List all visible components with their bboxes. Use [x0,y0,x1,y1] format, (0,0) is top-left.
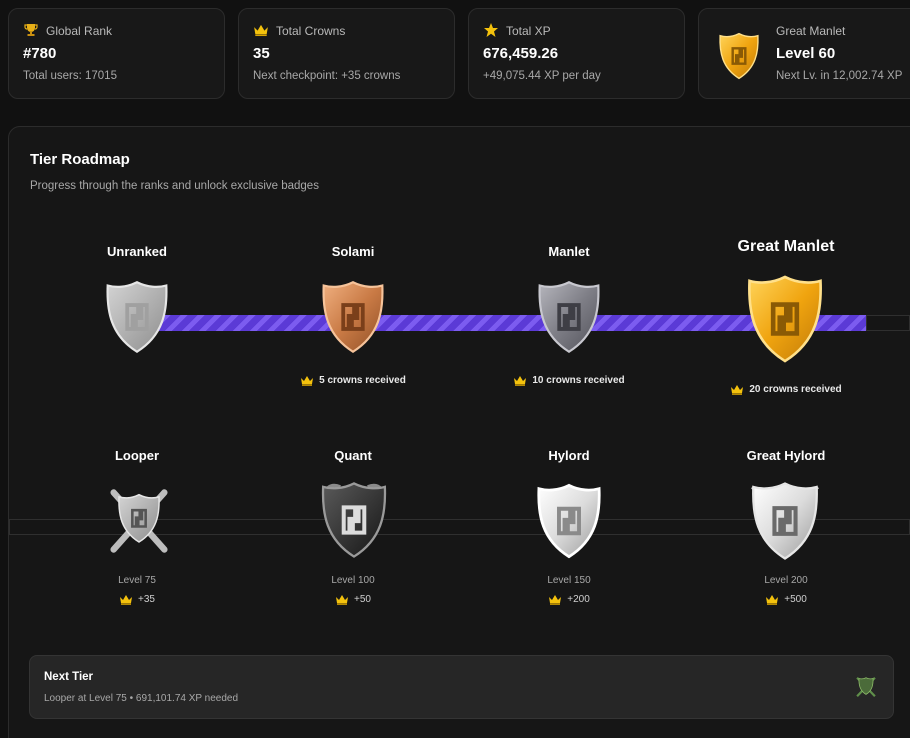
tier-name-hylord: Hylord [548,448,590,463]
tier-name-great-hylord: Great Hylord [746,448,826,463]
crown-icon [548,594,562,605]
tier-name-solami: Solami [331,244,375,259]
total-users-text: Total users: 17015 [23,70,117,82]
next-tier-title: Next Tier [44,671,94,683]
crown-icon [119,594,133,605]
steel-shield-badge-icon [534,279,604,355]
total-crowns-label: Total Crowns [276,24,346,38]
tier-note-great-manlet: 20 crowns received [696,384,876,395]
tier-bonus-quant: +50 [293,594,413,605]
global-rank-label: Global Rank [46,24,113,38]
crown-icon [513,375,527,386]
tier-name-manlet: Manlet [548,244,590,259]
tier-note-solami: 5 crowns received [263,375,443,386]
tier-roadmap-panel: Tier Roadmap Progress through the ranks … [8,126,910,738]
tier-bonus-hylord: +200 [509,594,629,605]
global-rank-card: Global Rank #780 Total users: 17015 [8,8,225,99]
next-checkpoint-text: Next checkpoint: +35 crowns [253,70,401,82]
bronze-shield-badge-icon [318,279,388,355]
crown-icon [253,22,269,38]
tier-note-manlet: 10 crowns received [479,375,659,386]
next-tier-detail: Looper at Level 75 • 691,101.74 XP neede… [44,693,239,704]
tier-name-unranked: Unranked [107,244,167,259]
progress-track-remaining [866,315,910,331]
winged-silver-badge-icon [750,480,820,562]
total-xp-value: 676,459.26 [483,45,559,62]
tier-bonus-text: +200 [567,594,590,605]
tier-bonus-text: +50 [354,594,371,605]
tier-bonus-text: +35 [138,594,155,605]
gold-shield-badge-icon [718,31,760,81]
crown-icon [335,594,349,605]
tier-bonus-looper: +35 [77,594,197,605]
roadmap-title: Tier Roadmap [30,151,130,168]
tier-bonus-text: +500 [784,594,807,605]
gold-shield-badge-icon [743,273,827,365]
tier-note-text: 5 crowns received [319,375,406,386]
dark-shield-badge-icon [316,480,392,560]
current-level-value: Level 60 [776,45,836,62]
next-tier-box: Next Tier Looper at Level 75 • 691,101.7… [29,655,894,719]
total-crowns-value: 35 [253,45,270,62]
silver-shield-badge-icon [102,279,172,355]
tier-level-quant: Level 100 [331,575,375,586]
roadmap-subtitle: Progress through the ranks and unlock ex… [30,180,319,192]
tier-level-great-hylord: Level 200 [764,575,808,586]
tier-note-text: 10 crowns received [532,375,625,386]
tier-bonus-great-hylord: +500 [726,594,846,605]
total-crowns-card: Total Crowns 35 Next checkpoint: +35 cro… [238,8,455,99]
crown-icon [730,384,744,395]
next-level-text: Next Lv. in 12,002.74 XP [776,70,903,82]
crown-icon [765,594,779,605]
tier-level-looper: Level 75 [118,575,156,586]
shield-emblem-icon [856,676,876,698]
crossed-silver-badge-icon [110,489,168,553]
current-tier-label: Great Manlet [776,24,846,38]
tier-name-looper: Looper [114,448,160,463]
tier-note-text: 20 crowns received [749,384,842,395]
tier-name-great-manlet: Great Manlet [737,238,835,255]
total-xp-card: Total XP 676,459.26 +49,075.44 XP per da… [468,8,685,99]
current-tier-card: Great Manlet Level 60 Next Lv. in 12,002… [698,8,910,99]
trophy-icon [24,24,38,36]
star-icon [484,23,498,37]
global-rank-value: #780 [23,45,57,62]
tier-level-hylord: Level 150 [547,575,591,586]
tier-name-quant: Quant [334,448,372,463]
total-xp-label: Total XP [506,24,551,38]
xp-per-day-text: +49,075.44 XP per day [483,70,601,82]
crown-icon [300,375,314,386]
shining-silver-badge-icon [533,482,605,560]
